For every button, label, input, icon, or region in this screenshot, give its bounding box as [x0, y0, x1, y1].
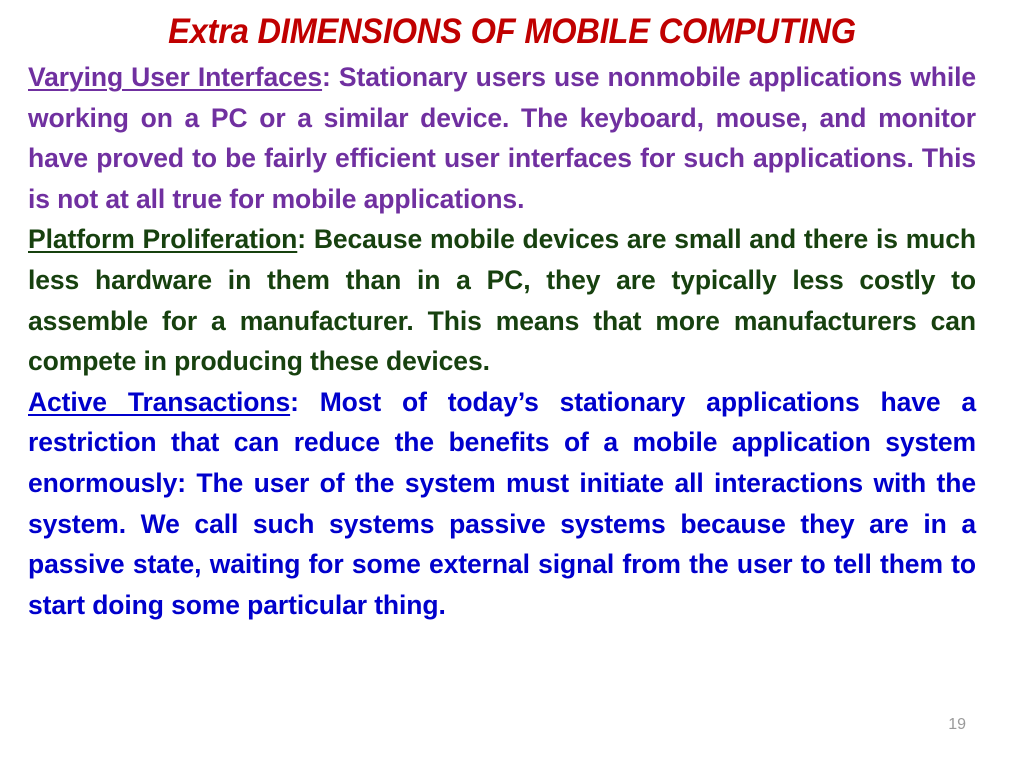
paragraph-body-active-transactions: Most of today’s stationary applications …	[28, 386, 976, 620]
page-title: Extra DIMENSIONS OF MOBILE COMPUTING	[168, 12, 856, 51]
paragraph-lead-active-transactions: Active Transactions	[28, 386, 291, 417]
paragraph-active-transactions: Active Transactions: Most of today’s sta…	[28, 382, 976, 626]
paragraph-separator-varying-user-interfaces: :	[322, 62, 339, 92]
paragraph-lead-platform-proliferation: Platform Proliferation	[28, 224, 298, 255]
slide-body: Varying User Interfaces: Stationary user…	[28, 57, 976, 625]
paragraph-separator-platform-proliferation: :	[297, 224, 314, 255]
paragraph-lead-varying-user-interfaces: Varying User Interfaces	[28, 62, 323, 92]
paragraph-varying-user-interfaces: Varying User Interfaces: Stationary user…	[28, 57, 976, 219]
paragraph-separator-active-transactions: :	[290, 386, 320, 417]
page-number: 19	[948, 716, 966, 733]
paragraph-platform-proliferation: Platform Proliferation: Because mobile d…	[28, 219, 976, 381]
slide: Extra DIMENSIONS OF MOBILE COMPUTING Var…	[0, 0, 1024, 768]
